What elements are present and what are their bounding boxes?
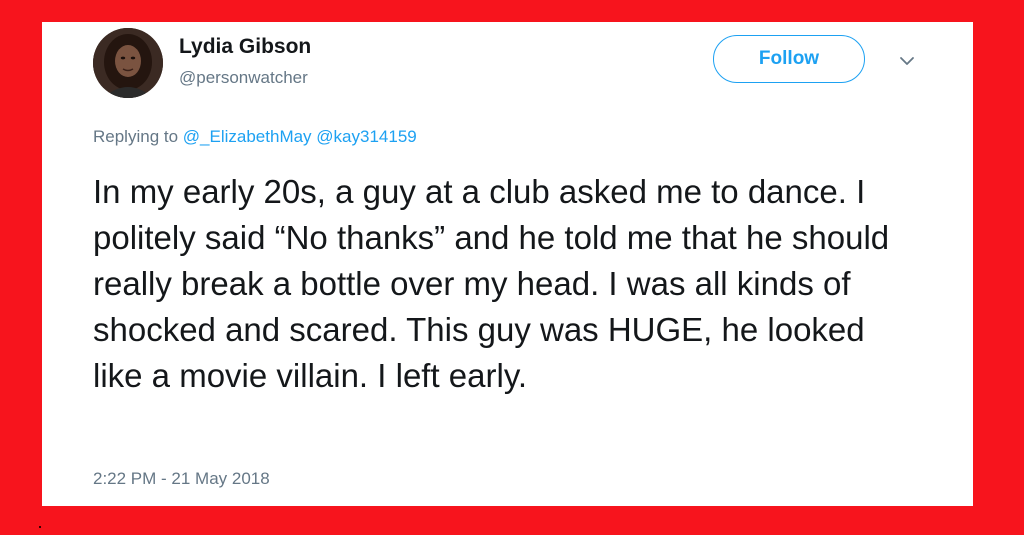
image-artifact xyxy=(39,526,41,528)
author-name[interactable]: Lydia Gibson xyxy=(179,35,311,59)
tweet-text: In my early 20s, a guy at a club asked m… xyxy=(93,173,890,394)
mention-link[interactable]: @_ElizabethMay xyxy=(183,127,312,146)
replying-to-label: Replying to xyxy=(93,127,179,146)
replying-to: Replying to @_ElizabethMay @kay314159 xyxy=(93,127,417,147)
avatar[interactable] xyxy=(93,28,163,98)
follow-button[interactable]: Follow xyxy=(713,35,865,83)
chevron-down-icon[interactable] xyxy=(895,52,919,70)
avatar-image xyxy=(93,28,163,98)
tweet-timestamp[interactable]: 2:22 PM - 21 May 2018 xyxy=(93,469,270,489)
author-handle[interactable]: @personwatcher xyxy=(179,68,308,88)
mention-link[interactable]: @kay314159 xyxy=(316,127,416,146)
tweet-card: Lydia Gibson @personwatcher Follow Reply… xyxy=(42,22,973,506)
